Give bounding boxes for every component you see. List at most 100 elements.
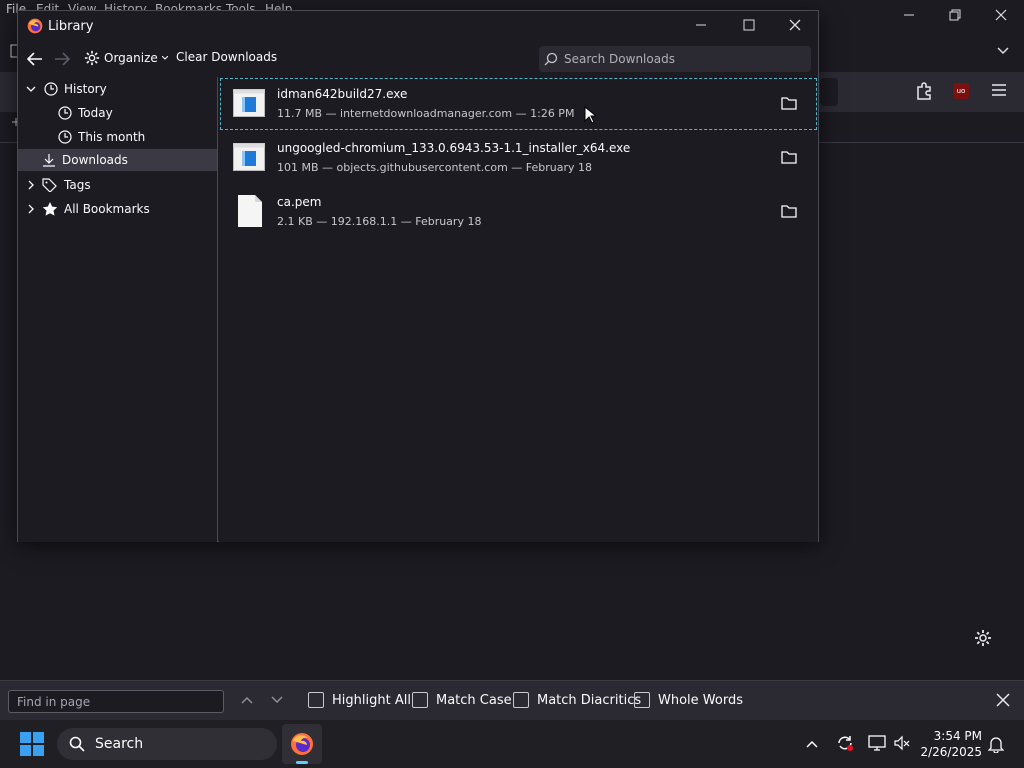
clock-icon	[58, 106, 72, 120]
gear-icon	[975, 630, 991, 646]
match-case-checkbox[interactable]: Match Case	[412, 692, 512, 708]
extensions-button[interactable]	[915, 82, 933, 100]
downloads-list: idman642build27.exe 11.7 MB — internetdo…	[219, 77, 818, 542]
clear-downloads-label: Clear Downloads	[176, 50, 278, 64]
browser-restore-button[interactable]	[932, 4, 978, 26]
sidebar-item-label: History	[64, 82, 107, 96]
show-in-folder-button[interactable]	[781, 204, 797, 218]
restore-icon	[949, 9, 961, 21]
generic-file-icon	[238, 195, 262, 227]
sidebar-item-label: This month	[78, 130, 146, 144]
ublock-origin-button[interactable]: uo	[953, 83, 969, 99]
collapsed-chevron-icon[interactable]	[24, 204, 38, 214]
search-downloads-input[interactable]	[564, 52, 794, 66]
whole-words-checkbox[interactable]: Whole Words	[634, 692, 743, 708]
download-item[interactable]: ungoogled-chromium_133.0.6943.53-1.1_ins…	[219, 131, 818, 185]
sync-tray-icon[interactable]	[836, 734, 854, 752]
arrow-right-icon	[55, 52, 70, 66]
find-next-button[interactable]	[270, 693, 284, 707]
back-button[interactable]	[27, 52, 43, 66]
chevron-down-icon	[271, 696, 283, 704]
search-downloads-box[interactable]	[539, 46, 811, 72]
sidebar-item-all-bookmarks[interactable]: All Bookmarks	[18, 198, 217, 220]
mouse-cursor-icon	[584, 106, 596, 124]
download-details: 2.1 KB — 192.168.1.1 — February 18	[277, 215, 482, 228]
highlight-all-checkbox[interactable]: Highlight All	[308, 692, 411, 708]
chevron-up-icon	[241, 696, 253, 704]
library-maximize-button[interactable]	[743, 19, 755, 31]
sidebar-item-label: Tags	[64, 178, 91, 192]
chevron-down-icon	[997, 47, 1009, 55]
clock-time: 3:54 PM	[933, 729, 982, 743]
browser-minimize-button[interactable]	[886, 4, 932, 26]
match-diacritics-checkbox[interactable]: Match Diacritics	[513, 692, 641, 708]
arrow-left-icon	[27, 52, 42, 66]
show-in-folder-button[interactable]	[781, 96, 797, 110]
forward-button[interactable]	[54, 52, 70, 66]
network-tray-icon[interactable]	[868, 735, 886, 751]
find-in-page-input[interactable]	[8, 690, 224, 713]
list-all-tabs-button[interactable]	[996, 44, 1010, 58]
volume-muted-icon[interactable]	[894, 735, 910, 751]
page-settings-button[interactable]	[974, 629, 992, 647]
gear-icon	[84, 50, 100, 66]
find-previous-button[interactable]	[240, 693, 254, 707]
url-bar-edge[interactable]	[820, 78, 838, 106]
library-sidebar: History Today This month Downloads Tags …	[18, 77, 218, 542]
find-bar-close-button[interactable]	[996, 693, 1010, 707]
chevron-down-icon	[161, 56, 168, 60]
collapsed-chevron-icon[interactable]	[24, 180, 38, 190]
notifications-button[interactable]	[988, 735, 1004, 753]
sidebar-item-label: All Bookmarks	[64, 202, 150, 216]
sidebar-item-history[interactable]: History	[18, 78, 217, 100]
folder-icon	[781, 151, 797, 164]
taskbar-firefox-button[interactable]	[282, 724, 322, 764]
expanded-chevron-icon[interactable]	[24, 85, 38, 93]
match-diacritics-label: Match Diacritics	[537, 692, 642, 708]
windows-taskbar: Search 3:54 PM 2/26/2025	[0, 720, 1024, 768]
checkbox-box[interactable]	[634, 692, 650, 708]
show-in-folder-button[interactable]	[781, 150, 797, 164]
start-button[interactable]	[20, 732, 44, 756]
close-icon	[996, 693, 1010, 707]
sidebar-item-this-month[interactable]: This month	[18, 126, 217, 148]
firefox-icon	[291, 733, 313, 755]
download-filename: ungoogled-chromium_133.0.6943.53-1.1_ins…	[277, 141, 631, 155]
clock-icon	[58, 130, 72, 144]
app-menu-button[interactable]	[992, 84, 1006, 96]
highlight-all-label: Highlight All	[332, 692, 411, 708]
library-titlebar[interactable]: Library	[18, 11, 818, 41]
match-case-label: Match Case	[436, 692, 512, 708]
search-icon	[544, 52, 558, 66]
sidebar-item-today[interactable]: Today	[18, 102, 217, 124]
checkbox-box[interactable]	[412, 692, 428, 708]
close-icon	[995, 9, 1007, 21]
windows-logo-icon	[20, 732, 44, 756]
library-toolbar: Organize Clear Downloads	[18, 41, 818, 77]
whole-words-label: Whole Words	[658, 692, 743, 708]
sidebar-item-tags[interactable]: Tags	[18, 174, 217, 196]
download-filename: idman642build27.exe	[277, 87, 408, 101]
library-close-button[interactable]	[789, 19, 801, 31]
clear-downloads-button[interactable]: Clear Downloads	[176, 50, 277, 64]
download-item[interactable]: ca.pem 2.1 KB — 192.168.1.1 — February 1…	[219, 185, 818, 239]
organize-button[interactable]: Organize	[84, 50, 168, 66]
search-icon	[69, 736, 85, 752]
tag-icon	[42, 178, 57, 192]
sidebar-item-downloads[interactable]: Downloads	[18, 149, 217, 171]
browser-close-button[interactable]	[978, 4, 1024, 26]
close-icon	[789, 19, 801, 31]
taskbar-search-label: Search	[95, 736, 144, 752]
maximize-icon	[743, 19, 755, 31]
show-hidden-icons-button[interactable]	[805, 737, 819, 751]
ublock-badge: uo	[956, 87, 966, 95]
checkbox-box[interactable]	[513, 692, 529, 708]
taskbar-clock[interactable]: 3:54 PM 2/26/2025	[920, 728, 982, 760]
library-minimize-button[interactable]	[695, 19, 707, 31]
puzzle-icon	[917, 82, 931, 100]
download-item[interactable]: idman642build27.exe 11.7 MB — internetdo…	[219, 77, 818, 131]
chevron-up-icon	[806, 740, 818, 748]
taskbar-search-box[interactable]: Search	[57, 728, 277, 760]
firefox-icon	[27, 18, 43, 34]
checkbox-box[interactable]	[308, 692, 324, 708]
